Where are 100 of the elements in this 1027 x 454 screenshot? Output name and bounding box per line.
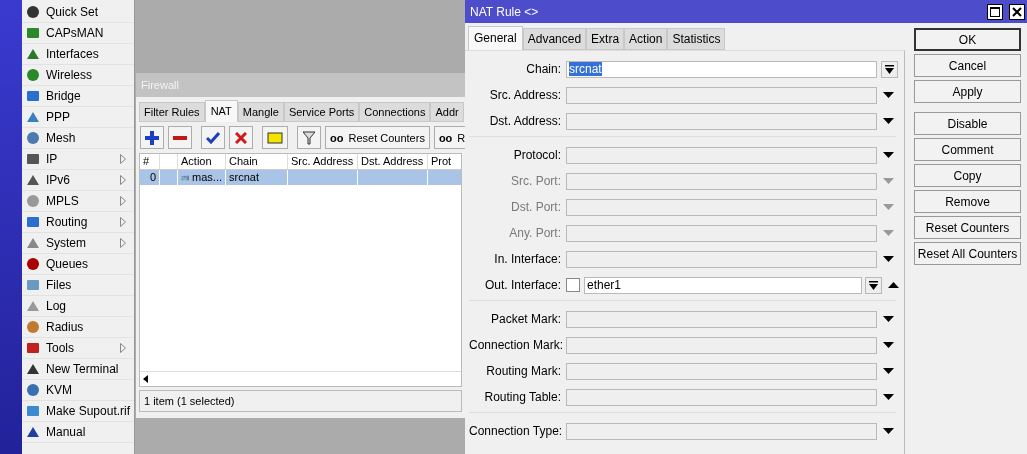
menu-item[interactable]: System (22, 233, 134, 254)
menu-item[interactable]: IPv6 (22, 170, 134, 191)
tab[interactable]: Advanced (522, 28, 587, 50)
minus-icon (173, 135, 187, 140)
table-cell: 0 (140, 170, 160, 185)
dialog-button[interactable]: Disable (914, 112, 1021, 135)
dialog-button[interactable]: Reset Counters (914, 216, 1021, 239)
enable-button[interactable] (201, 126, 225, 149)
submenu-arrow-icon (120, 217, 126, 227)
tab[interactable]: General (468, 26, 523, 50)
dropdown-arrow-icon[interactable] (883, 368, 894, 374)
menu-item[interactable]: Quick Set (22, 2, 134, 23)
field-label: Routing Mark: (485, 364, 562, 378)
menu-item[interactable]: Interfaces (22, 44, 134, 65)
add-button[interactable] (140, 126, 164, 149)
remove-button[interactable] (168, 126, 192, 149)
input-field[interactable]: srcnat (566, 60, 877, 78)
dropdown-arrow-icon[interactable] (883, 316, 894, 322)
field-label: Dst. Port: (510, 200, 562, 214)
input-field[interactable] (566, 146, 877, 164)
square-icon (25, 25, 41, 41)
dropdown-arrow-icon[interactable] (883, 152, 894, 158)
column-header[interactable]: # (140, 154, 160, 169)
field-label: Protocol: (512, 148, 562, 162)
cross-icon (235, 131, 247, 144)
field-label: Packet Mark: (489, 312, 562, 326)
reset-all-button[interactable]: oo R (433, 126, 465, 149)
menu-item[interactable]: KVM (22, 380, 134, 401)
menu-item[interactable]: IP (22, 149, 134, 170)
square-icon (25, 151, 41, 167)
dialog-button[interactable]: Remove (914, 190, 1021, 213)
menu-item[interactable]: Queues (22, 254, 134, 275)
input-field[interactable] (566, 86, 877, 104)
input-field[interactable] (566, 310, 877, 328)
menu-item[interactable]: MPLS (22, 191, 134, 212)
menu-item[interactable]: Routing (22, 212, 134, 233)
circle-icon (25, 256, 41, 272)
up-arrow-icon[interactable] (888, 282, 899, 288)
tab[interactable]: Mangle (237, 102, 284, 122)
status-bar: 1 item (1 selected) (139, 390, 462, 412)
menu-item[interactable]: PPP (22, 107, 134, 128)
reset-counters-button[interactable]: oo Reset Counters (325, 126, 430, 149)
input-field[interactable] (566, 422, 877, 440)
menu-item[interactable]: Make Supout.rif (22, 401, 134, 422)
menu-item[interactable]: Files (22, 275, 134, 296)
dialog-button[interactable]: OK (914, 28, 1021, 51)
menu-item[interactable]: New Terminal (22, 359, 134, 380)
input-field[interactable] (566, 362, 877, 380)
input-field[interactable]: ether1 (584, 276, 862, 294)
maximize-button[interactable] (987, 3, 1003, 20)
column-header[interactable]: Dst. Address (358, 154, 428, 169)
dropdown-arrow-icon[interactable] (883, 118, 894, 124)
column-header[interactable]: Action (178, 154, 226, 169)
filter-button[interactable] (297, 126, 321, 149)
dropdown-arrow-icon[interactable] (883, 342, 894, 348)
input-field[interactable] (566, 112, 877, 130)
submenu-arrow-icon (120, 343, 126, 353)
dialog-button[interactable]: Apply (914, 80, 1021, 103)
disable-button[interactable] (229, 126, 253, 149)
dialog-button[interactable]: Comment (914, 138, 1021, 161)
dialog-button[interactable]: Copy (914, 164, 1021, 187)
input-field[interactable] (566, 388, 877, 406)
menu-item[interactable]: Manual (22, 422, 134, 443)
dropdown-button[interactable] (865, 276, 882, 294)
tab[interactable]: Addr (430, 102, 464, 122)
dialog-button[interactable]: Cancel (914, 54, 1021, 77)
square-icon (25, 277, 41, 293)
input-field[interactable] (566, 250, 877, 268)
check-icon (206, 131, 220, 144)
tab[interactable]: NAT (204, 100, 238, 122)
tab[interactable]: Statistics (667, 28, 726, 50)
tab[interactable]: Service Ports (283, 102, 360, 122)
checkbox[interactable] (566, 278, 580, 292)
dropdown-arrow-icon[interactable] (883, 428, 894, 434)
input-field[interactable] (566, 336, 877, 354)
tab[interactable]: Connections (359, 102, 431, 122)
menu-item[interactable]: Tools (22, 338, 134, 359)
tab[interactable]: Action (624, 28, 668, 50)
comment-button[interactable] (262, 126, 288, 149)
dropdown-arrow-icon[interactable] (883, 92, 894, 98)
close-button[interactable] (1009, 3, 1025, 20)
menu-item[interactable]: Wireless (22, 65, 134, 86)
dropdown-icon (869, 280, 878, 290)
scroll-left-icon[interactable] (143, 375, 148, 383)
dialog-button[interactable]: Reset All Counters (914, 242, 1021, 265)
dropdown-arrow-icon[interactable] (883, 394, 894, 400)
table-cell: srcnat (226, 170, 288, 185)
column-header[interactable]: Chain (226, 154, 288, 169)
dropdown-arrow-icon[interactable] (883, 256, 894, 262)
menu-item[interactable]: Mesh (22, 128, 134, 149)
table-row[interactable]: 0 mas... srcnat (140, 170, 461, 185)
column-header[interactable]: Src. Address (288, 154, 358, 169)
menu-item[interactable]: Log (22, 296, 134, 317)
tab[interactable]: Extra (586, 28, 625, 50)
menu-item[interactable]: Radius (22, 317, 134, 338)
menu-item[interactable]: Bridge (22, 86, 134, 107)
field-label: Src. Port: (510, 174, 562, 188)
menu-item[interactable]: CAPsMAN (22, 23, 134, 44)
dropdown-button[interactable] (881, 60, 898, 78)
tab[interactable]: Filter Rules (139, 102, 205, 122)
